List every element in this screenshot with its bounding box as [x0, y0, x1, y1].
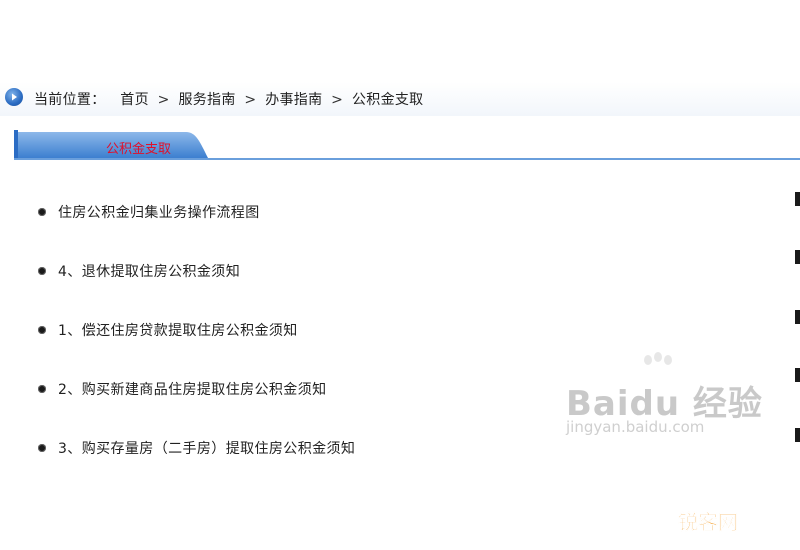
list-item-link[interactable]: 1、偿还住房贷款提取住房公积金须知	[58, 320, 298, 340]
list-item-link[interactable]: 3、购买存量房（二手房）提取住房公积金须知	[58, 438, 355, 458]
bullet-dot-icon	[38, 444, 46, 452]
breadcrumb-link-home[interactable]: 首页	[120, 92, 149, 108]
bullet-dot-icon	[38, 208, 46, 216]
breadcrumb: 当前位置： 首页 > 服务指南 > 办事指南 > 公积金支取	[34, 89, 423, 109]
list-item-link[interactable]: 4、退休提取住房公积金须知	[58, 261, 240, 281]
baidu-watermark-url: jingyan.baidu.com	[566, 418, 705, 436]
tab-divider	[14, 158, 800, 160]
clipped-bullet-icon	[795, 310, 800, 324]
breadcrumb-label: 当前位置：	[34, 92, 106, 108]
bullet-dot-icon	[38, 385, 46, 393]
list-item[interactable]: 住房公积金归集业务操作流程图	[38, 200, 260, 224]
breadcrumb-link-service-guide[interactable]: 服务指南	[178, 92, 235, 108]
tab-withdrawal[interactable]: 公积金支取	[106, 138, 171, 157]
clipped-bullet-icon	[795, 428, 800, 442]
clipped-bullet-icon	[795, 192, 800, 206]
breadcrumb-separator: >	[244, 92, 257, 108]
breadcrumb-current-page: 公积金支取	[351, 92, 424, 108]
clipped-bullet-icon	[795, 368, 800, 382]
breadcrumb-separator: >	[157, 92, 170, 108]
bullet-dot-icon	[38, 267, 46, 275]
breadcrumb-separator: >	[331, 92, 344, 108]
location-arrow-icon	[5, 88, 23, 106]
list-item[interactable]: 4、退休提取住房公积金须知	[38, 259, 240, 283]
site-watermark: 锐客网	[678, 510, 739, 535]
list-item-link[interactable]: 2、购买新建商品住房提取住房公积金须知	[58, 379, 327, 399]
clipped-bullet-icon	[795, 250, 800, 264]
list-item[interactable]: 2、购买新建商品住房提取住房公积金须知	[38, 377, 327, 401]
list-item[interactable]: 3、购买存量房（二手房）提取住房公积金须知	[38, 436, 355, 460]
page: 当前位置： 首页 > 服务指南 > 办事指南 > 公积金支取 公积金支取 住房公…	[0, 0, 800, 550]
breadcrumb-link-procedure-guide[interactable]: 办事指南	[265, 92, 322, 108]
list-item-link[interactable]: 住房公积金归集业务操作流程图	[58, 202, 260, 222]
breadcrumb-bar: 当前位置： 首页 > 服务指南 > 办事指南 > 公积金支取	[0, 82, 800, 116]
list-item[interactable]: 1、偿还住房贷款提取住房公积金须知	[38, 318, 298, 342]
bullet-dot-icon	[38, 326, 46, 334]
